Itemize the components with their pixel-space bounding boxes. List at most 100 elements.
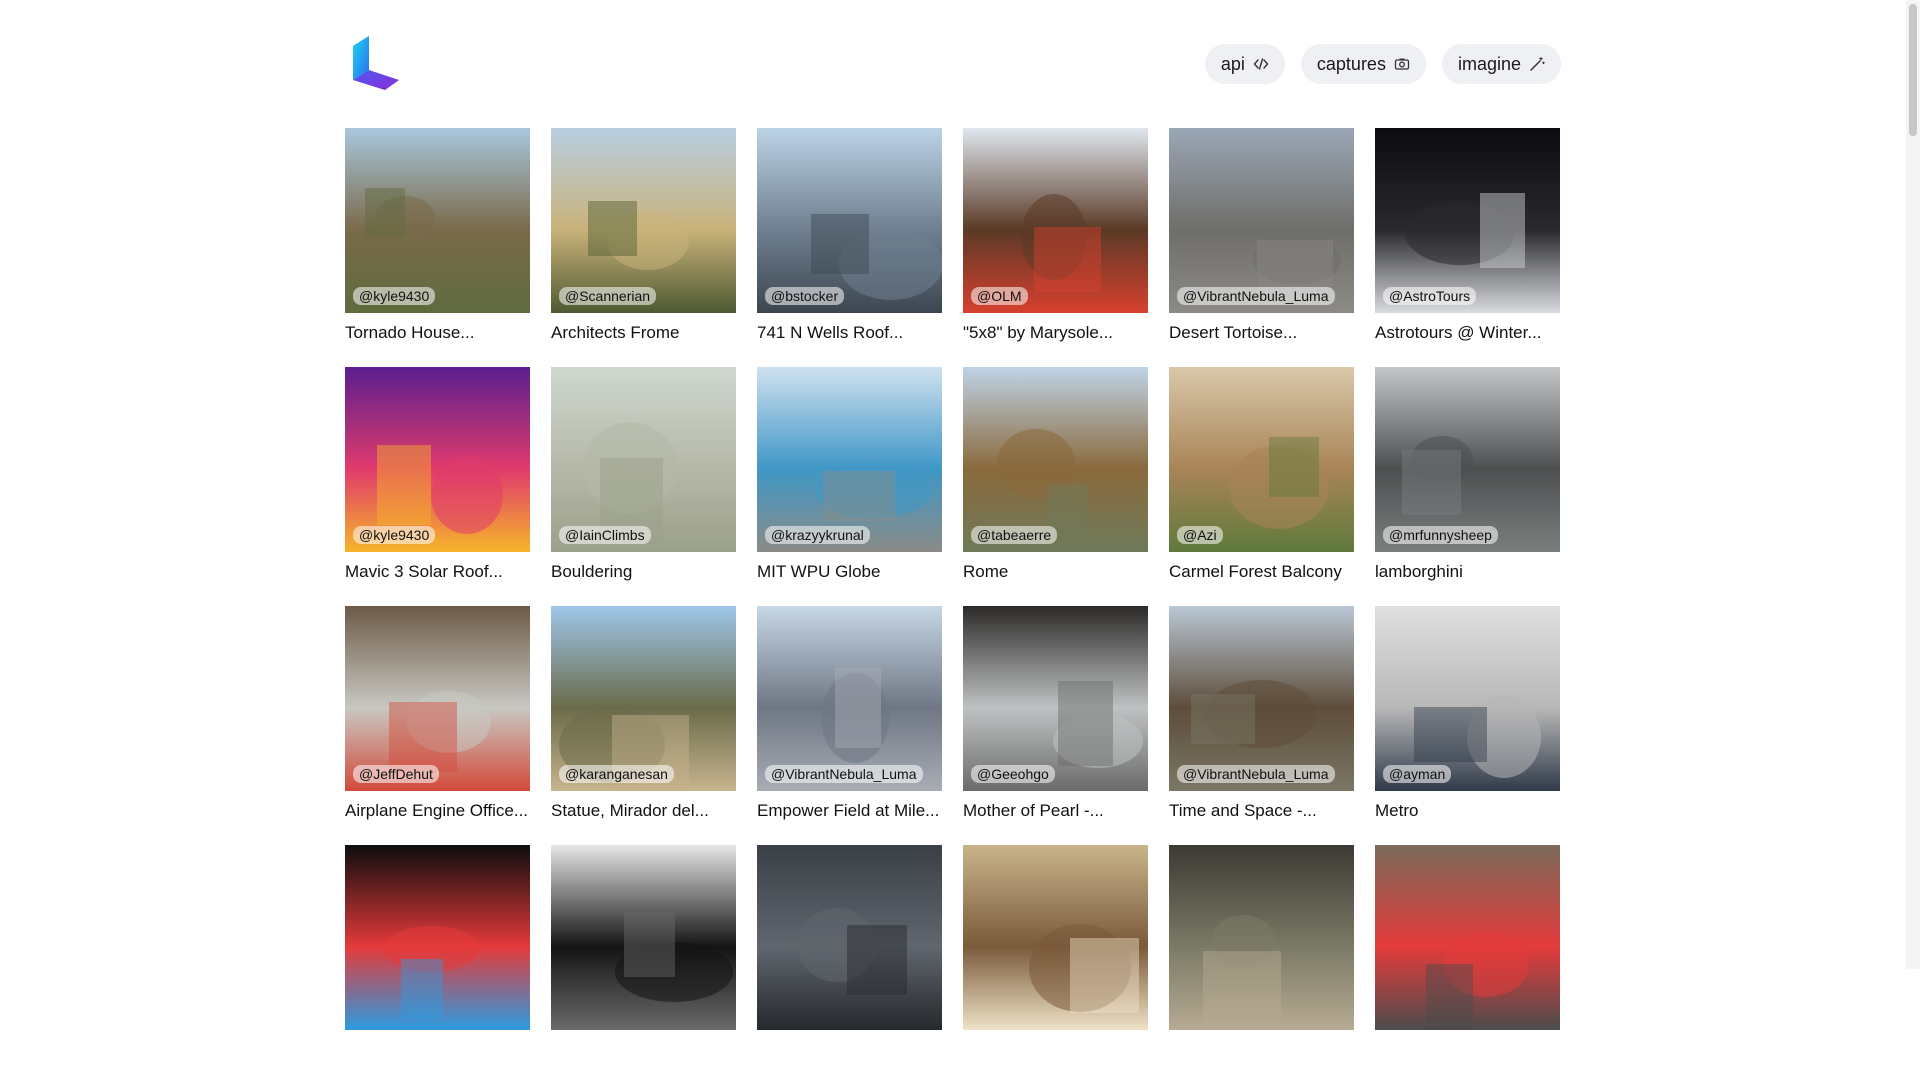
author-handle[interactable]: @VibrantNebula_Luma	[1177, 765, 1335, 783]
api-label: api	[1220, 53, 1245, 74]
capture-card[interactable]	[1375, 845, 1560, 1084]
capture-thumbnail[interactable]: @JeffDehut	[345, 606, 530, 791]
author-handle[interactable]: @bstocker	[765, 287, 845, 305]
capture-card[interactable]: @VibrantNebula_Luma Desert Tortoise...	[1169, 128, 1354, 367]
camera-icon	[1394, 58, 1410, 70]
capture-card[interactable]: @karanganesan Statue, Mirador del...	[551, 606, 736, 845]
capture-card[interactable]	[551, 845, 736, 1084]
capture-card[interactable]: @AstroTours Astrotours @ Winter...	[1375, 128, 1560, 367]
luma-logo[interactable]	[351, 34, 403, 94]
capture-card[interactable]: @kyle9430 Mavic 3 Solar Roof...	[345, 367, 530, 606]
author-handle[interactable]: @VibrantNebula_Luma	[765, 765, 923, 783]
author-handle[interactable]: @OLM	[971, 287, 1028, 305]
thumbnail-image	[1375, 128, 1560, 313]
capture-title[interactable]: Desert Tortoise...	[1169, 323, 1354, 343]
captures-button[interactable]: captures	[1300, 44, 1426, 84]
capture-card[interactable]: @VibrantNebula_Luma Empower Field at Mile…	[757, 606, 942, 845]
capture-thumbnail[interactable]	[345, 845, 530, 1030]
capture-thumbnail[interactable]: @IainClimbs	[551, 367, 736, 552]
capture-thumbnail[interactable]	[963, 845, 1148, 1030]
capture-title[interactable]: Astrotours @ Winter...	[1375, 323, 1560, 343]
capture-card[interactable]: @IainClimbs Bouldering	[551, 367, 736, 606]
api-button[interactable]: api	[1204, 44, 1285, 84]
capture-card[interactable]: @Scannerian Architects Frome	[551, 128, 736, 367]
author-handle[interactable]: @JeffDehut	[353, 765, 439, 783]
capture-thumbnail[interactable]: @mrfunnysheep	[1375, 367, 1560, 552]
capture-thumbnail[interactable]: @karanganesan	[551, 606, 736, 791]
author-handle[interactable]: @IainClimbs	[559, 526, 651, 544]
author-handle[interactable]: @AstroTours	[1383, 287, 1477, 305]
author-handle[interactable]: @Geeohgo	[971, 765, 1055, 783]
author-handle[interactable]: @karanganesan	[559, 765, 674, 783]
capture-thumbnail[interactable]	[757, 845, 942, 1030]
capture-title[interactable]: MIT WPU Globe	[757, 562, 942, 582]
imagine-button[interactable]: imagine	[1441, 44, 1561, 84]
capture-title[interactable]: Tornado House...	[345, 323, 530, 343]
capture-title[interactable]: 741 N Wells Roof...	[757, 323, 942, 343]
capture-thumbnail[interactable]	[551, 845, 736, 1030]
capture-card[interactable]: @VibrantNebula_Luma Time and Space -...	[1169, 606, 1354, 845]
capture-thumbnail[interactable]: @ayman	[1375, 606, 1560, 791]
capture-title[interactable]: Empower Field at Mile...	[757, 801, 942, 821]
capture-card[interactable]: @mrfunnysheep lamborghini	[1375, 367, 1560, 606]
scrollbar-thumb[interactable]	[1909, 4, 1917, 136]
capture-card[interactable]	[757, 845, 942, 1084]
capture-thumbnail[interactable]: @Geeohgo	[963, 606, 1148, 791]
capture-title[interactable]: Time and Space -...	[1169, 801, 1354, 821]
author-handle[interactable]: @krazyykrunal	[765, 526, 870, 544]
capture-card[interactable]: @ayman Metro	[1375, 606, 1560, 845]
capture-title[interactable]: Metro	[1375, 801, 1560, 821]
capture-thumbnail[interactable]: @OLM	[963, 128, 1148, 313]
capture-title[interactable]: Carmel Forest Balcony	[1169, 562, 1354, 582]
capture-title[interactable]: Mother of Pearl -...	[963, 801, 1148, 821]
author-handle[interactable]: @VibrantNebula_Luma	[1177, 287, 1335, 305]
author-handle[interactable]: @Scannerian	[559, 287, 657, 305]
capture-thumbnail[interactable]: @AstroTours	[1375, 128, 1560, 313]
author-handle[interactable]: @tabeaerre	[971, 526, 1058, 544]
capture-thumbnail[interactable]: @kyle9430	[345, 128, 530, 313]
capture-title[interactable]: Architects Frome	[551, 323, 736, 343]
author-handle[interactable]: @Azi	[1177, 526, 1223, 544]
capture-title[interactable]: Mavic 3 Solar Roof...	[345, 562, 530, 582]
thumbnail-image	[1375, 606, 1560, 791]
capture-card[interactable]: @Azi Carmel Forest Balcony	[1169, 367, 1354, 606]
capture-thumbnail[interactable]: @Scannerian	[551, 128, 736, 313]
capture-thumbnail[interactable]: @tabeaerre	[963, 367, 1148, 552]
capture-card[interactable]: @OLM "5x8" by Marysole...	[963, 128, 1148, 367]
capture-title[interactable]: Bouldering	[551, 562, 736, 582]
author-handle[interactable]: @kyle9430	[353, 287, 436, 305]
capture-title[interactable]: Rome	[963, 562, 1148, 582]
capture-card[interactable]: @bstocker 741 N Wells Roof...	[757, 128, 942, 367]
vertical-scrollbar[interactable]	[1906, 0, 1920, 969]
capture-card[interactable]	[345, 845, 530, 1084]
capture-card[interactable]: @tabeaerre Rome	[963, 367, 1148, 606]
thumbnail-image	[551, 606, 736, 791]
capture-title[interactable]: "5x8" by Marysole...	[963, 323, 1148, 343]
top-nav: api captures imagine	[1204, 44, 1561, 84]
author-handle[interactable]: @kyle9430	[353, 526, 436, 544]
capture-title[interactable]: lamborghini	[1375, 562, 1560, 582]
thumbnail-image	[551, 845, 736, 1030]
capture-thumbnail[interactable]: @krazyykrunal	[757, 367, 942, 552]
capture-card[interactable]: @krazyykrunal MIT WPU Globe	[757, 367, 942, 606]
capture-thumbnail[interactable]: @bstocker	[757, 128, 942, 313]
capture-thumbnail[interactable]: @VibrantNebula_Luma	[1169, 606, 1354, 791]
header: api captures imagine	[345, 34, 1561, 94]
capture-thumbnail[interactable]: @VibrantNebula_Luma	[1169, 128, 1354, 313]
capture-thumbnail[interactable]	[1169, 845, 1354, 1030]
thumbnail-image	[963, 367, 1148, 552]
capture-thumbnail[interactable]	[1375, 845, 1560, 1030]
capture-title[interactable]: Statue, Mirador del...	[551, 801, 736, 821]
capture-thumbnail[interactable]: @Azi	[1169, 367, 1354, 552]
capture-card[interactable]	[963, 845, 1148, 1084]
capture-card[interactable]	[1169, 845, 1354, 1084]
capture-thumbnail[interactable]: @VibrantNebula_Luma	[757, 606, 942, 791]
capture-title[interactable]: Airplane Engine Office...	[345, 801, 530, 821]
capture-card[interactable]: @kyle9430 Tornado House...	[345, 128, 530, 367]
capture-thumbnail[interactable]: @kyle9430	[345, 367, 530, 552]
author-handle[interactable]: @ayman	[1383, 765, 1452, 783]
thumbnail-image	[551, 128, 736, 313]
capture-card[interactable]: @JeffDehut Airplane Engine Office...	[345, 606, 530, 845]
author-handle[interactable]: @mrfunnysheep	[1383, 526, 1498, 544]
capture-card[interactable]: @Geeohgo Mother of Pearl -...	[963, 606, 1148, 845]
